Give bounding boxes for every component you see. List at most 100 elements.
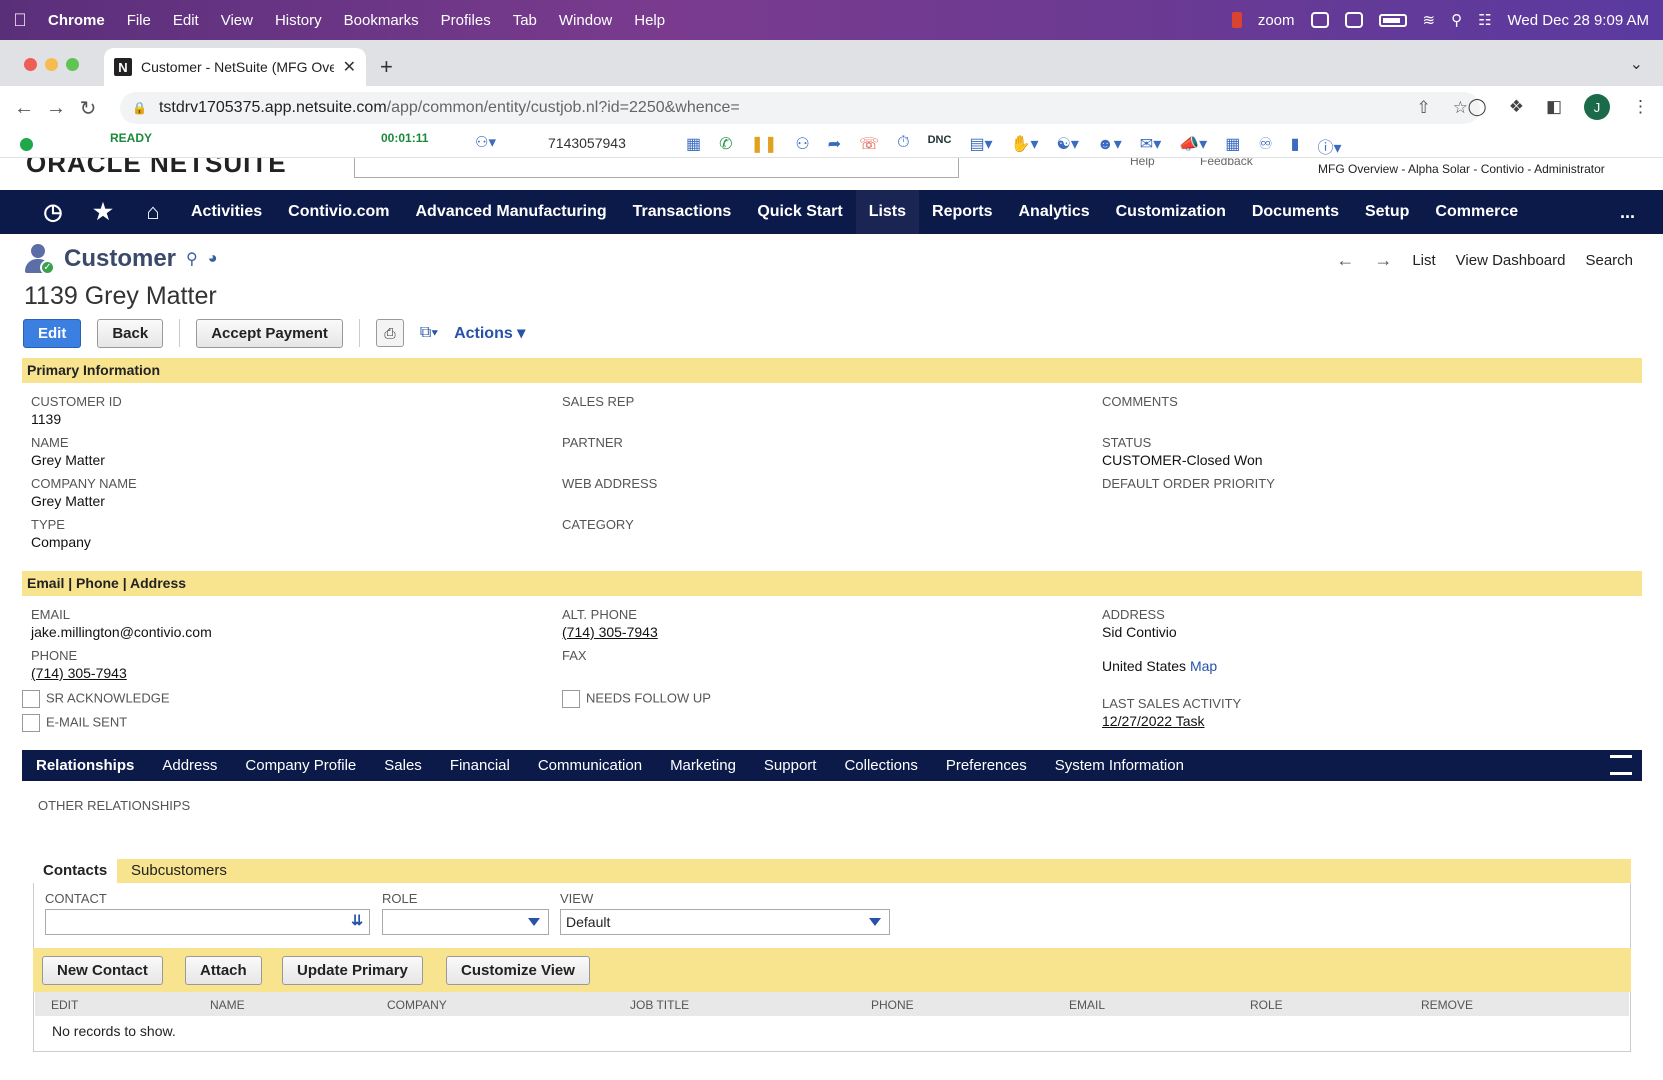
nav-analytics[interactable]: Analytics bbox=[1005, 190, 1102, 234]
nav-advanced-manufacturing[interactable]: Advanced Manufacturing bbox=[402, 190, 619, 234]
menu-bookmarks[interactable]: Bookmarks bbox=[344, 12, 419, 29]
menu-tab[interactable]: Tab bbox=[513, 12, 537, 29]
global-search-input[interactable] bbox=[354, 158, 959, 178]
accept-payment-button[interactable]: Accept Payment bbox=[196, 318, 343, 348]
attach-button[interactable]: Attach bbox=[185, 956, 262, 985]
tab-system-information[interactable]: System Information bbox=[1041, 757, 1198, 774]
email-link[interactable]: jake.millington@contivio.com bbox=[31, 624, 212, 640]
feedback-link[interactable]: Feedback bbox=[1200, 158, 1253, 168]
actions-menu[interactable]: Actions ▾ bbox=[454, 323, 525, 343]
tab-collections[interactable]: Collections bbox=[830, 757, 931, 774]
hand-icon[interactable]: ✋▾ bbox=[1011, 134, 1039, 158]
tab-subcustomers[interactable]: Subcustomers bbox=[121, 859, 237, 883]
nav-lists[interactable]: Lists bbox=[855, 190, 920, 234]
new-contact-button[interactable]: New Contact bbox=[42, 956, 163, 985]
tab-relationships[interactable]: Relationships bbox=[22, 757, 148, 774]
sr-acknowledge-checkbox[interactable] bbox=[22, 690, 40, 708]
call-phone-icon[interactable]: ✆ bbox=[719, 134, 732, 158]
view-select[interactable]: Default bbox=[560, 909, 890, 935]
battery-icon[interactable] bbox=[1378, 13, 1407, 27]
dialpad-icon[interactable]: ▦ bbox=[686, 134, 701, 158]
lock-icon[interactable]: 🔒 bbox=[132, 101, 147, 115]
browser-tab[interactable]: N Customer - NetSuite (MFG Ove ✕ bbox=[104, 48, 366, 86]
view-dashboard-link[interactable]: View Dashboard bbox=[1456, 252, 1566, 269]
favorites-star-icon[interactable]: ★ bbox=[78, 199, 128, 225]
extension-circle-icon[interactable]: ◯ bbox=[1468, 97, 1487, 117]
reload-icon[interactable]: ↻ bbox=[72, 96, 104, 121]
close-tab-icon[interactable]: ✕ bbox=[343, 57, 356, 77]
extensions-puzzle-icon[interactable]: ❖ bbox=[1509, 97, 1524, 117]
home-icon[interactable]: ⌂ bbox=[128, 199, 178, 225]
map-link[interactable]: Map bbox=[1190, 658, 1217, 674]
nav-transactions[interactable]: Transactions bbox=[620, 190, 745, 234]
role-label[interactable]: MFG Overview - Alpha Solar - Contivio - … bbox=[1318, 162, 1605, 176]
tab-sales[interactable]: Sales bbox=[370, 757, 436, 774]
menu-view[interactable]: View bbox=[221, 12, 253, 29]
nav-contivio[interactable]: Contivio.com bbox=[275, 190, 402, 234]
search-link[interactable]: Search bbox=[1585, 252, 1633, 269]
nav-reports[interactable]: Reports bbox=[919, 190, 1005, 234]
notes-icon[interactable]: ▤▾ bbox=[969, 134, 992, 158]
primary-information-header[interactable]: Primary Information bbox=[22, 358, 1642, 383]
conference-icon[interactable]: ⚇ bbox=[795, 134, 809, 158]
other-relationships-label[interactable]: OTHER RELATIONSHIPS bbox=[38, 798, 190, 813]
inbox-icon[interactable]: ✉▾ bbox=[1140, 134, 1161, 158]
check-icon[interactable] bbox=[1310, 12, 1329, 28]
profile-avatar[interactable]: J bbox=[1584, 94, 1610, 120]
stats-chart-icon[interactable]: ▮ bbox=[1291, 134, 1300, 158]
menu-edit[interactable]: Edit bbox=[173, 12, 199, 29]
email-phone-address-header[interactable]: Email | Phone | Address bbox=[22, 571, 1642, 596]
recent-records-icon[interactable]: ◷ bbox=[28, 199, 78, 225]
spotlight-search-icon[interactable]: ⚲ bbox=[1451, 11, 1462, 29]
close-window-icon[interactable] bbox=[24, 58, 37, 71]
last-sales-activity-link[interactable]: 12/27/2022 Task bbox=[1102, 713, 1241, 729]
ear-icon[interactable]: ☯▾ bbox=[1057, 134, 1079, 158]
apple-icon[interactable]:  bbox=[0, 10, 40, 31]
nav-more-icon[interactable]: ... bbox=[1620, 202, 1635, 223]
search-icon[interactable]: ⚲ bbox=[186, 249, 198, 269]
mask-icon[interactable]: ☻▾ bbox=[1097, 134, 1122, 158]
tab-search-chevron-icon[interactable]: ⌄ bbox=[1630, 54, 1643, 74]
tab-marketing[interactable]: Marketing bbox=[656, 757, 750, 774]
address-bar[interactable]: 🔒 tstdrv1705375.app.netsuite.com/app/com… bbox=[120, 92, 1480, 124]
calendar-icon[interactable]: ▦ bbox=[1225, 134, 1240, 158]
column-job-title[interactable]: JOB TITLE bbox=[630, 998, 689, 1012]
dashboard-icon[interactable]: ◕ bbox=[208, 250, 218, 268]
previous-record-icon[interactable]: ← bbox=[1336, 250, 1354, 271]
column-company[interactable]: COMPANY bbox=[387, 998, 447, 1012]
column-edit[interactable]: EDIT bbox=[51, 998, 78, 1012]
timer-icon[interactable]: ⏱ bbox=[897, 134, 909, 158]
edit-button[interactable]: Edit bbox=[23, 318, 82, 348]
team-icon[interactable]: ⚇▾ bbox=[475, 133, 496, 151]
contact-select[interactable]: ⇊ bbox=[45, 909, 370, 935]
back-arrow-icon[interactable]: ← bbox=[8, 97, 40, 120]
voicemail-icon[interactable]: ♾ bbox=[1258, 134, 1272, 158]
column-role[interactable]: ROLE bbox=[1250, 998, 1283, 1012]
menu-profiles[interactable]: Profiles bbox=[441, 12, 491, 29]
zoom-window-icon[interactable] bbox=[66, 58, 79, 71]
clock[interactable]: Wed Dec 28 9:09 AM bbox=[1508, 12, 1649, 29]
tab-contacts[interactable]: Contacts bbox=[33, 859, 118, 883]
hangup-icon[interactable]: ☏ bbox=[859, 134, 879, 158]
chrome-menu-icon[interactable]: ⋮ bbox=[1632, 97, 1649, 117]
new-tab-icon[interactable]: + bbox=[380, 54, 393, 80]
help-link[interactable]: Help bbox=[1130, 158, 1155, 168]
side-panel-icon[interactable]: ◧ bbox=[1546, 97, 1562, 117]
menu-window[interactable]: Window bbox=[559, 12, 612, 29]
minimize-window-icon[interactable] bbox=[45, 58, 58, 71]
wifi-icon[interactable]: ≋ bbox=[1423, 11, 1436, 29]
netsuite-logo[interactable]: ORACLE NETSUITE bbox=[26, 158, 287, 179]
tab-company-profile[interactable]: Company Profile bbox=[231, 757, 370, 774]
zoom-recording-icon[interactable] bbox=[1231, 12, 1242, 28]
menu-help[interactable]: Help bbox=[634, 12, 665, 29]
app-name[interactable]: Chrome bbox=[48, 12, 105, 29]
phone-link[interactable]: (714) 305-7943 bbox=[31, 665, 127, 681]
tab-preferences[interactable]: Preferences bbox=[932, 757, 1041, 774]
list-link[interactable]: List bbox=[1412, 252, 1435, 269]
dnc-icon[interactable]: DNC bbox=[928, 134, 952, 158]
column-remove[interactable]: REMOVE bbox=[1421, 998, 1473, 1012]
tab-financial[interactable]: Financial bbox=[436, 757, 524, 774]
alt-phone-link[interactable]: (714) 305-7943 bbox=[562, 624, 658, 640]
bookmark-star-icon[interactable]: ☆ bbox=[1453, 98, 1468, 118]
help-circle-icon[interactable]: ⓘ▾ bbox=[1317, 134, 1341, 158]
